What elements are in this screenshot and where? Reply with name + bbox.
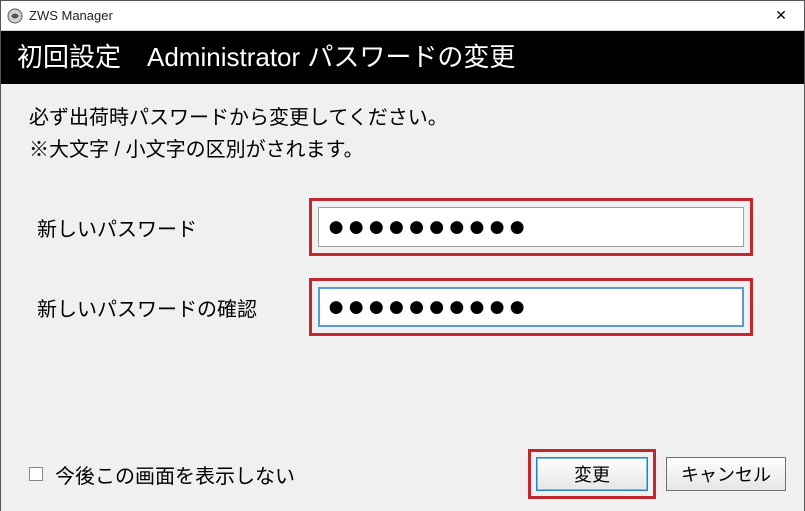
header-title: 初回設定 Administrator パスワードの変更 [17,42,515,72]
highlight-submit: 変更 [528,449,656,499]
instruction-line-1: 必ず出荷時パスワードから変更してください。 [29,102,776,134]
app-icon [7,8,23,24]
checkbox-dont-show[interactable] [29,467,43,481]
input-new-password[interactable] [318,207,744,247]
highlight-new-password [309,198,753,256]
instructions: 必ず出荷時パスワードから変更してください。 ※大文字 / 小文字の区別がされます… [29,102,776,166]
row-new-password: 新しいパスワード [29,198,776,256]
header-band: 初回設定 Administrator パスワードの変更 [1,31,804,84]
cancel-button[interactable]: キャンセル [666,457,786,491]
submit-button[interactable]: 変更 [536,457,648,491]
window-title: ZWS Manager [29,8,113,23]
close-button[interactable]: ✕ [758,1,804,31]
checkbox-label: 今後この画面を表示しない [55,460,295,489]
highlight-confirm-password [309,278,753,336]
label-new-password: 新しいパスワード [29,213,309,242]
input-confirm-password[interactable] [318,287,744,327]
row-confirm-password: 新しいパスワードの確認 [29,278,776,336]
titlebar: ZWS Manager ✕ [1,1,804,31]
close-icon: ✕ [775,7,787,24]
instruction-line-2: ※大文字 / 小文字の区別がされます。 [29,134,776,166]
dialog-window: ZWS Manager ✕ 初回設定 Administrator パスワードの変… [0,0,805,511]
content-area: 必ず出荷時パスワードから変更してください。 ※大文字 / 小文字の区別がされます… [1,84,804,511]
footer-row: 今後この画面を表示しない 変更 キャンセル [1,449,804,499]
label-confirm-password: 新しいパスワードの確認 [29,293,309,322]
